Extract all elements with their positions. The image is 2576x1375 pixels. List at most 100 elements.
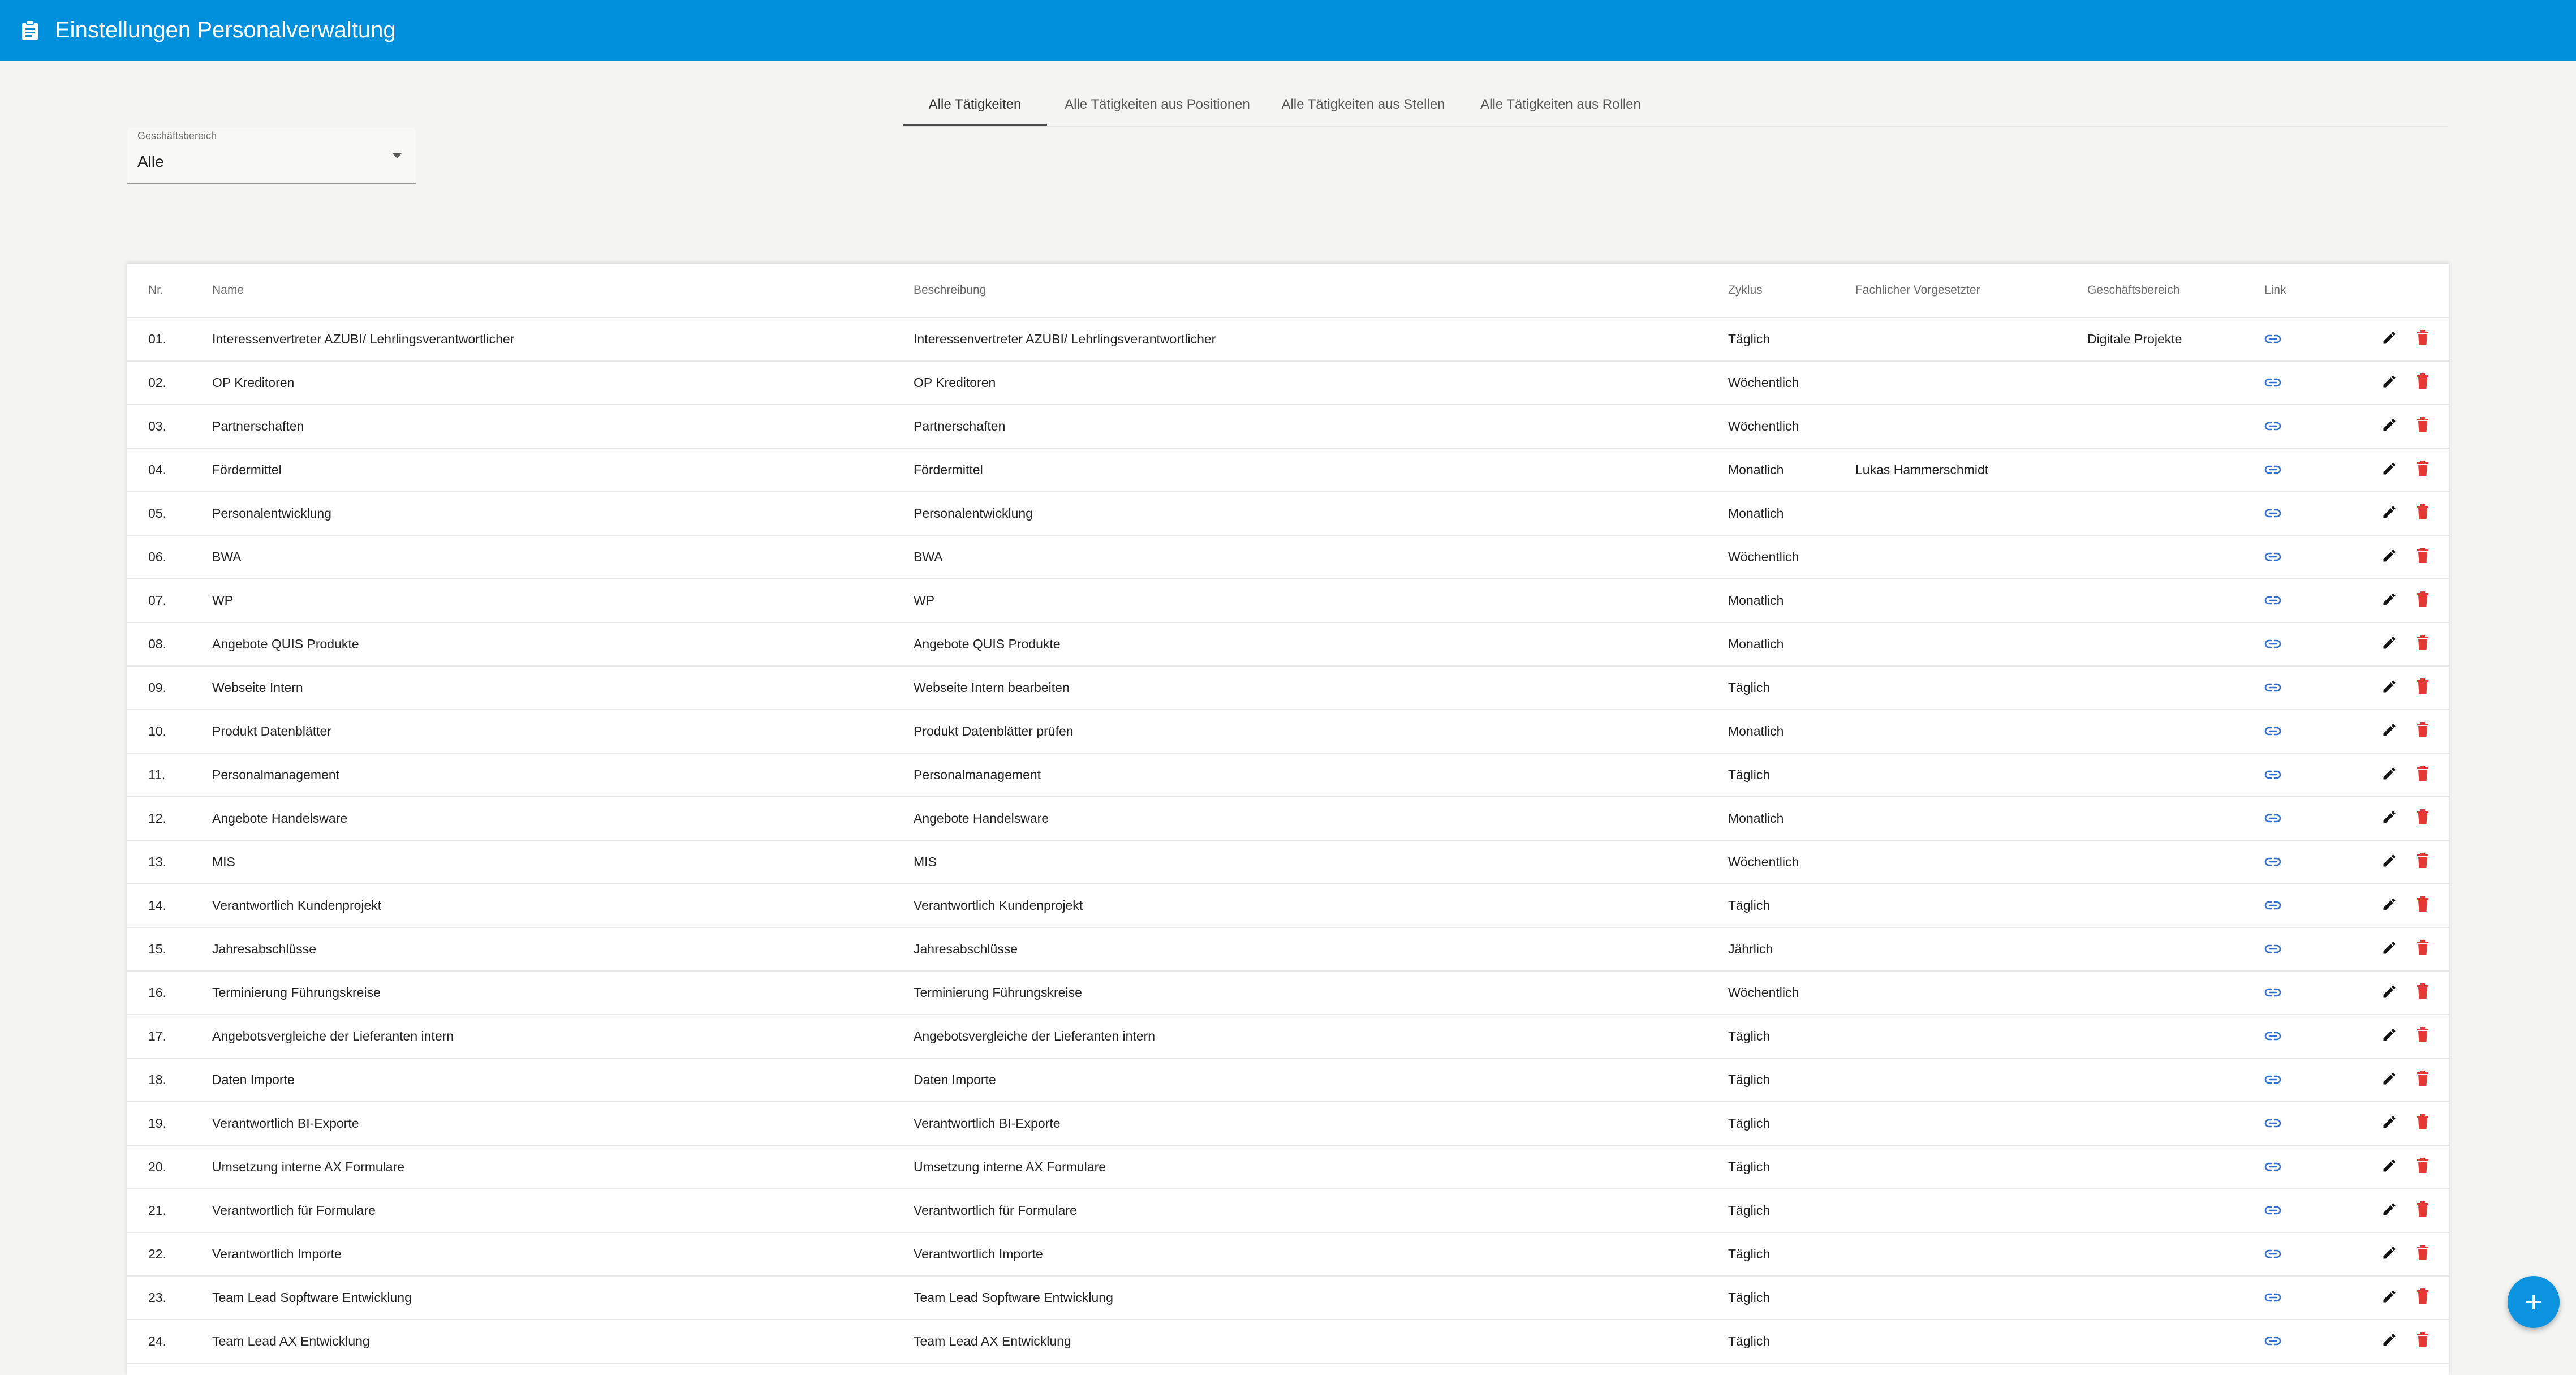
link-icon[interactable]: [2264, 1247, 2281, 1262]
link-icon[interactable]: [2264, 986, 2281, 1001]
pencil-icon[interactable]: [2381, 330, 2397, 349]
table-row[interactable]: 01. Interessenvertreter AZUBI/ Lehrlingsv…: [127, 317, 2449, 362]
pencil-icon[interactable]: [2381, 1071, 2397, 1090]
pencil-icon[interactable]: [2381, 1201, 2397, 1221]
column-header-beschreibung[interactable]: Beschreibung: [914, 264, 1728, 318]
table-row[interactable]: 18. Daten Importe Daten Importe Täglich: [127, 1058, 2449, 1102]
trash-icon[interactable]: [2416, 1331, 2429, 1351]
trash-icon[interactable]: [2416, 896, 2429, 916]
trash-icon[interactable]: [2416, 460, 2429, 480]
link-icon[interactable]: [2264, 1204, 2281, 1219]
pencil-icon[interactable]: [2381, 1332, 2397, 1351]
pencil-icon[interactable]: [2381, 1027, 2397, 1046]
table-row[interactable]: 13. MIS MIS Wöchentlich: [127, 840, 2449, 884]
trash-icon[interactable]: [2416, 939, 2429, 959]
table-row[interactable]: 21. Verantwortlich für Formulare Verantwor…: [127, 1189, 2449, 1233]
pencil-icon[interactable]: [2381, 373, 2397, 393]
table-row[interactable]: 11. Personalmanagement Personalmanagement T…: [127, 753, 2449, 797]
table-row[interactable]: 17. Angebotsvergleiche der Lieferanten in…: [127, 1015, 2449, 1059]
table-row[interactable]: 07. WP WP Monatlich: [127, 579, 2449, 623]
geschaeftsbereich-select[interactable]: Geschäftsbereich Alle: [127, 128, 416, 184]
trash-icon[interactable]: [2416, 329, 2429, 349]
link-icon[interactable]: [2264, 724, 2281, 740]
link-icon[interactable]: [2264, 332, 2281, 347]
dropdown-arrow-icon[interactable]: [392, 153, 402, 158]
table-row[interactable]: 23. Team Lead Sopftware Entwicklung Team L…: [127, 1276, 2449, 1320]
pencil-icon[interactable]: [2381, 678, 2397, 698]
column-header-zyklus[interactable]: Zyklus: [1728, 264, 1855, 318]
trash-icon[interactable]: [2416, 373, 2429, 393]
column-header-name[interactable]: Name: [212, 264, 914, 318]
trash-icon[interactable]: [2416, 504, 2429, 523]
pencil-icon[interactable]: [2381, 1114, 2397, 1133]
pencil-icon[interactable]: [2381, 1158, 2397, 1177]
link-icon[interactable]: [2264, 681, 2281, 696]
link-icon[interactable]: [2264, 637, 2281, 652]
trash-icon[interactable]: [2416, 765, 2429, 785]
table-row[interactable]: 02. OP Kreditoren OP Kreditoren Wöchentlich: [127, 361, 2449, 405]
trash-icon[interactable]: [2416, 983, 2429, 1003]
link-icon[interactable]: [2264, 1029, 2281, 1045]
table-row[interactable]: 15. Jahresabschlüsse Jahresabschlüsse Jährl…: [127, 927, 2449, 972]
link-icon[interactable]: [2264, 899, 2281, 914]
link-icon[interactable]: [2264, 811, 2281, 827]
table-row[interactable]: 03. Partnerschaften Partnerschaften Wöchent…: [127, 405, 2449, 449]
trash-icon[interactable]: [2416, 1288, 2429, 1308]
link-icon[interactable]: [2264, 1116, 2281, 1132]
pencil-icon[interactable]: [2381, 548, 2397, 567]
table-row[interactable]: 24. Team Lead AX Entwicklung Team Lead AX …: [127, 1320, 2449, 1364]
link-icon[interactable]: [2264, 594, 2281, 609]
trash-icon[interactable]: [2416, 852, 2429, 872]
link-icon[interactable]: [2264, 550, 2281, 565]
trash-icon[interactable]: [2416, 1244, 2429, 1264]
pencil-icon[interactable]: [2381, 635, 2397, 654]
table-row[interactable]: 19. Verantwortlich BI-Exporte Verantwortli…: [127, 1102, 2449, 1146]
pencil-icon[interactable]: [2381, 1288, 2397, 1308]
table-row[interactable]: 04. Fördermittel Fördermittel Monatlich Luka…: [127, 448, 2449, 492]
trash-icon[interactable]: [2416, 634, 2429, 654]
pencil-icon[interactable]: [2381, 504, 2397, 523]
trash-icon[interactable]: [2416, 1114, 2429, 1133]
tab-taetigkeiten-positionen[interactable]: Alle Tätigkeiten aus Positionen: [1047, 89, 1268, 127]
column-header-geschaeftsbereich[interactable]: Geschäftsbereich: [2087, 264, 2264, 318]
table-row[interactable]: 20. Umsetzung interne AX Formulare Umsetzu…: [127, 1145, 2449, 1189]
link-icon[interactable]: [2264, 1073, 2281, 1088]
link-icon[interactable]: [2264, 855, 2281, 870]
table-row[interactable]: 12. Angebote Handelsware Angebote Handelsw…: [127, 797, 2449, 841]
trash-icon[interactable]: [2416, 1026, 2429, 1046]
pencil-icon[interactable]: [2381, 766, 2397, 785]
trash-icon[interactable]: [2416, 1070, 2429, 1090]
pencil-icon[interactable]: [2381, 896, 2397, 916]
tab-taetigkeiten-rollen[interactable]: Alle Tätigkeiten aus Rollen: [1459, 89, 1662, 127]
trash-icon[interactable]: [2416, 1201, 2429, 1221]
trash-icon[interactable]: [2416, 678, 2429, 698]
pencil-icon[interactable]: [2381, 417, 2397, 436]
pencil-icon[interactable]: [2381, 461, 2397, 480]
table-row[interactable]: 09. Webseite Intern Webseite Intern bearbe…: [127, 666, 2449, 710]
link-icon[interactable]: [2264, 768, 2281, 783]
column-header-vorgesetzter[interactable]: Fachlicher Vorgesetzter: [1855, 264, 2087, 318]
table-row[interactable]: 10. Produkt Datenblätter Produkt Datenblät…: [127, 710, 2449, 754]
trash-icon[interactable]: [2416, 721, 2429, 741]
trash-icon[interactable]: [2416, 416, 2429, 436]
link-icon[interactable]: [2264, 463, 2281, 478]
trash-icon[interactable]: [2416, 547, 2429, 567]
tab-taetigkeiten-stellen[interactable]: Alle Tätigkeiten aus Stellen: [1268, 89, 1459, 127]
link-icon[interactable]: [2264, 419, 2281, 435]
trash-icon[interactable]: [2416, 809, 2429, 828]
pencil-icon[interactable]: [2381, 853, 2397, 872]
link-icon[interactable]: [2264, 1160, 2281, 1175]
link-icon[interactable]: [2264, 1334, 2281, 1350]
table-row[interactable]: 05. Personalentwicklung Personalentwicklun…: [127, 492, 2449, 536]
tab-alle-taetigkeiten[interactable]: Alle Tätigkeiten: [903, 89, 1047, 127]
table-row[interactable]: 08. Angebote QUIS Produkte Angebote QUIS P…: [127, 622, 2449, 667]
table-row[interactable]: 06. BWA BWA Wöchentlich: [127, 535, 2449, 579]
column-header-nr[interactable]: Nr.: [127, 264, 212, 318]
table-row[interactable]: 14. Verantwortlich Kundenprojekt Verantwor…: [127, 884, 2449, 928]
table-row[interactable]: 16. Terminierung Führungskreise Terminieru…: [127, 971, 2449, 1015]
link-icon[interactable]: [2264, 1291, 2281, 1306]
pencil-icon[interactable]: [2381, 809, 2397, 828]
pencil-icon[interactable]: [2381, 1245, 2397, 1264]
trash-icon[interactable]: [2416, 1157, 2429, 1177]
pencil-icon[interactable]: [2381, 591, 2397, 611]
